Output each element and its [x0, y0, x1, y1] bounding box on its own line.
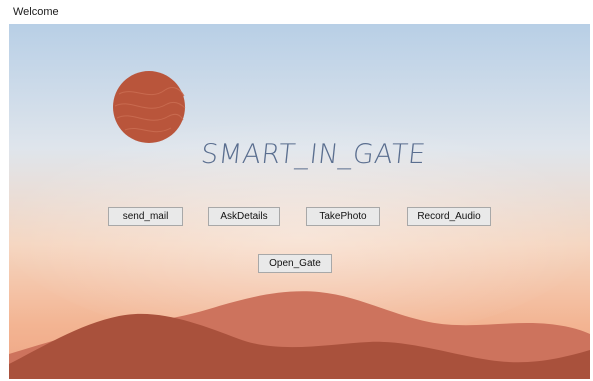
open-gate-button[interactable]: Open_Gate — [258, 254, 332, 273]
send-mail-button[interactable]: send_mail — [108, 207, 183, 226]
background-canvas: SMART_IN_GATE send_mail AskDetails TakeP… — [9, 24, 590, 379]
ask-details-button[interactable]: AskDetails — [208, 207, 280, 226]
take-photo-button[interactable]: TakePhoto — [306, 207, 380, 226]
window-title: Welcome — [13, 6, 59, 18]
app-window: Welcome SMART_IN_GATE send_mail AskDetai… — [0, 0, 593, 381]
record-audio-button[interactable]: Record_Audio — [407, 207, 491, 226]
title-bar: Welcome — [0, 0, 593, 24]
sun-icon — [113, 71, 186, 143]
landscape-illustration — [9, 24, 590, 379]
app-title: SMART_IN_GATE — [199, 139, 428, 170]
